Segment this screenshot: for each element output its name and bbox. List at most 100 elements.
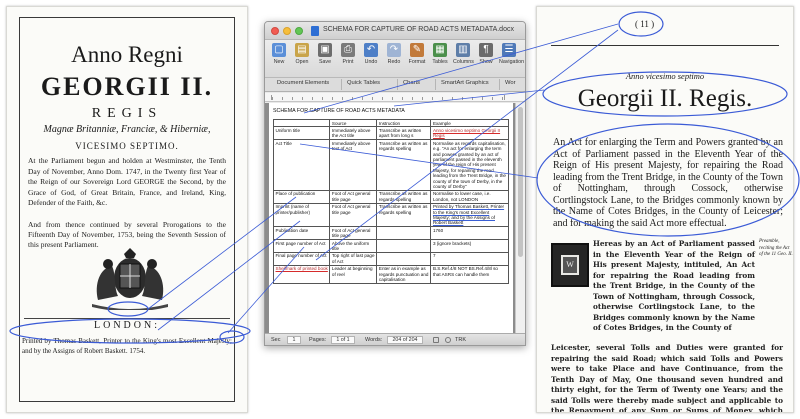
table-cell[interactable]	[376, 226, 432, 241]
table-row[interactable]: Publication date Foot of Act general titl…	[272, 226, 509, 241]
table-cell[interactable]: 1760	[430, 226, 509, 241]
table-cell[interactable]: Leader at beginning of reel	[329, 264, 378, 284]
toolbar-print-button[interactable]: ⎙ Print	[338, 42, 358, 76]
toolbar-save-button[interactable]: ▣ Save	[315, 42, 335, 76]
words-label: Words:	[365, 337, 383, 343]
document-page[interactable]: SCHEMA FOR CAPTURE OF ROAD ACTS METADATA…	[269, 103, 513, 335]
table-cell[interactable]: Foot of Act general title page	[329, 202, 378, 228]
ribbon-tab-wor[interactable]: Wor	[505, 80, 516, 86]
table-cell[interactable]: Place of publication	[272, 189, 331, 204]
table-row[interactable]: Act Title Immediately above text of Act Tr…	[272, 139, 509, 191]
table-cell[interactable]: B.S.Ref.4/8 NOT BS.Ref.4/8l so that ASRS…	[430, 264, 509, 284]
table-row[interactable]: Imprint (name of printer/publisher) Foot …	[272, 202, 509, 228]
section-value: 1	[287, 336, 301, 344]
title-page-border: Anno Regni GEORGII II. REGIS Magnæ Brita…	[19, 17, 235, 402]
vertical-scrollbar[interactable]	[515, 103, 525, 335]
document-canvas[interactable]: SCHEMA FOR CAPTURE OF ROAD ACTS METADATA…	[265, 103, 517, 335]
table-row[interactable]: Place of publication Foot of Act general …	[272, 189, 509, 204]
minimize-window-button[interactable]	[283, 27, 291, 35]
table-cell[interactable]: Transcribe as written apart from long s	[376, 126, 432, 141]
table-cell[interactable]	[376, 251, 432, 266]
toolbar-button-label: Format	[408, 59, 426, 65]
act-title-text: An Act for enlarging the Term and Powers…	[553, 137, 783, 229]
ribbon-separator	[435, 79, 436, 90]
table-cell[interactable]: Uniform title	[272, 126, 331, 141]
toolbar-show-button[interactable]: ¶ Show	[476, 42, 496, 76]
left-scanned-title-page: Anno Regni GEORGII II. REGIS Magnæ Brita…	[6, 6, 248, 413]
table-row[interactable]: Final page number of Act Top right of las…	[272, 251, 509, 266]
table-row[interactable]: Shelfmark of printed book Leader at begin…	[272, 264, 509, 284]
title-page-rule	[24, 318, 230, 319]
table-cell[interactable]: Enter as in example as regards punctuati…	[376, 264, 432, 284]
scrollbar-thumb[interactable]	[518, 107, 523, 257]
table-cell[interactable]: Shelfmark of printed book	[272, 264, 331, 284]
margin-note: Preamble, reciting the Act of the 11 Geo…	[759, 239, 793, 257]
pages-value: 1 of 1	[331, 336, 355, 344]
ribbon-tab-smartart-graphics[interactable]: SmartArt Graphics	[441, 80, 489, 86]
table-cell[interactable]: Anno vicesimo septimo Georgii II Regis	[430, 126, 509, 141]
table-cell[interactable]: Transcribe as written as regards spellin…	[376, 202, 432, 228]
status-bar: Sec 1 Pages: 1 of 1 Words: 204 of 204 TR…	[265, 333, 525, 345]
standard-toolbar: ▢ New ▤ Open ▣ Save ⎙ Print ↶ Undo ↷ Redo ✎ Format ▦ Ta…	[265, 40, 525, 78]
table-header-cell[interactable]: Source	[329, 118, 378, 128]
track-changes-label[interactable]: TRK	[455, 337, 466, 343]
table-cell[interactable]: Foot of Act general title page	[329, 226, 378, 241]
toolbar-undo-button[interactable]: ↶ Undo	[361, 42, 381, 76]
table-cell[interactable]: Imprint (name of printer/publisher)	[272, 202, 331, 228]
table-header-cell[interactable]	[272, 118, 331, 128]
table-cell[interactable]	[376, 239, 432, 253]
table-cell[interactable]: Immediately above the Act title	[329, 126, 378, 141]
table-cell[interactable]: 7	[430, 251, 509, 266]
toolbar-button-label: Tables	[432, 59, 448, 65]
print-icon: ⎙	[341, 43, 355, 57]
table-cell[interactable]: Final page number of Act	[272, 251, 331, 266]
right-scanned-act-page: ( 11 ) Anno vicesimo septimo Georgii II.…	[536, 6, 794, 413]
georgii-heading: GEORGII II.	[40, 72, 214, 101]
toolbar-navigation-button[interactable]: ☰ Navigation	[499, 42, 524, 76]
close-window-button[interactable]	[271, 27, 279, 35]
table-header-cell[interactable]: Instruction	[376, 118, 432, 128]
toolbar-new-button[interactable]: ▢ New	[269, 42, 289, 76]
table-cell[interactable]: Act Title	[272, 139, 331, 191]
track-changes-icon[interactable]	[445, 337, 451, 343]
toolbar-redo-button[interactable]: ↷ Redo	[384, 42, 404, 76]
table-cell[interactable]: 3 (ignore brackets)	[430, 239, 509, 253]
word-document-window[interactable]: SCHEMA FOR CAPTURE OF ROAD ACTS METADATA…	[264, 21, 526, 346]
zoom-window-button[interactable]	[295, 27, 303, 35]
table-cell[interactable]: Publication date	[272, 226, 331, 241]
ribbon-separator	[499, 79, 500, 90]
table-cell[interactable]: Transcribe as written as regards spellin…	[376, 189, 432, 204]
toolbar-format-button[interactable]: ✎ Format	[407, 42, 427, 76]
spelling-check-icon[interactable]	[433, 337, 439, 343]
decorated-initial-icon: W	[551, 243, 589, 287]
ribbon-tab-charts[interactable]: Charts	[403, 80, 420, 86]
table-cell[interactable]: Above the uniform title	[329, 239, 378, 253]
toolbar-tables-button[interactable]: ▦ Tables	[430, 42, 450, 76]
toolbar-open-button[interactable]: ▤ Open	[292, 42, 312, 76]
table-header-cell[interactable]: Example	[430, 118, 509, 128]
ribbon-tab-quick-tables[interactable]: Quick Tables	[347, 80, 380, 86]
table-cell[interactable]: First page number of Act	[272, 239, 331, 253]
magnae-line: Magnæ Britanniæ, Franciæ, & Hiberniæ,	[43, 124, 211, 135]
table-row[interactable]: Uniform title Immediately above the Act t…	[272, 126, 509, 141]
ribbon-tab-bar: Document Elements Quick Tables Charts Smart…	[265, 78, 525, 92]
document-heading: SCHEMA FOR CAPTURE OF ROAD ACTS METADATA	[273, 108, 405, 114]
toolbar-button-label: Open	[295, 59, 309, 65]
table-row[interactable]: First page number of Act Above the unifor…	[272, 239, 509, 253]
columns-icon: ▥	[456, 43, 470, 57]
metadata-schema-table[interactable]: Source Instruction Example Uniform title Im…	[272, 118, 509, 284]
table-cell[interactable]: Top right of last page of Act	[329, 251, 378, 266]
table-cell[interactable]: Printed by Thomas Baskett, Printer to th…	[430, 202, 509, 228]
table-cell[interactable]: Transcribe as written as regards spellin…	[376, 139, 432, 191]
toolbar-columns-button[interactable]: ▥ Columns	[453, 42, 474, 76]
table-cell[interactable]: Foot of Act general title page	[329, 189, 378, 204]
table-cell[interactable]: Immediately above text of Act	[329, 139, 378, 191]
regis-heading: REGIS	[91, 106, 163, 121]
window-titlebar[interactable]: SCHEMA FOR CAPTURE OF ROAD ACTS METADATA…	[265, 22, 525, 40]
table-cell[interactable]: Normalise as regards capitalisation, e.g…	[430, 139, 509, 191]
table-cell[interactable]: Normalise to lower case, i.e. London, no…	[430, 189, 509, 204]
ribbon-tab-document-elements[interactable]: Document Elements	[277, 80, 329, 86]
horizontal-ruler[interactable]	[265, 93, 525, 102]
uniform-title: Georgii II. Regis.	[577, 85, 753, 112]
toolbar-button-label: Columns	[453, 59, 474, 65]
